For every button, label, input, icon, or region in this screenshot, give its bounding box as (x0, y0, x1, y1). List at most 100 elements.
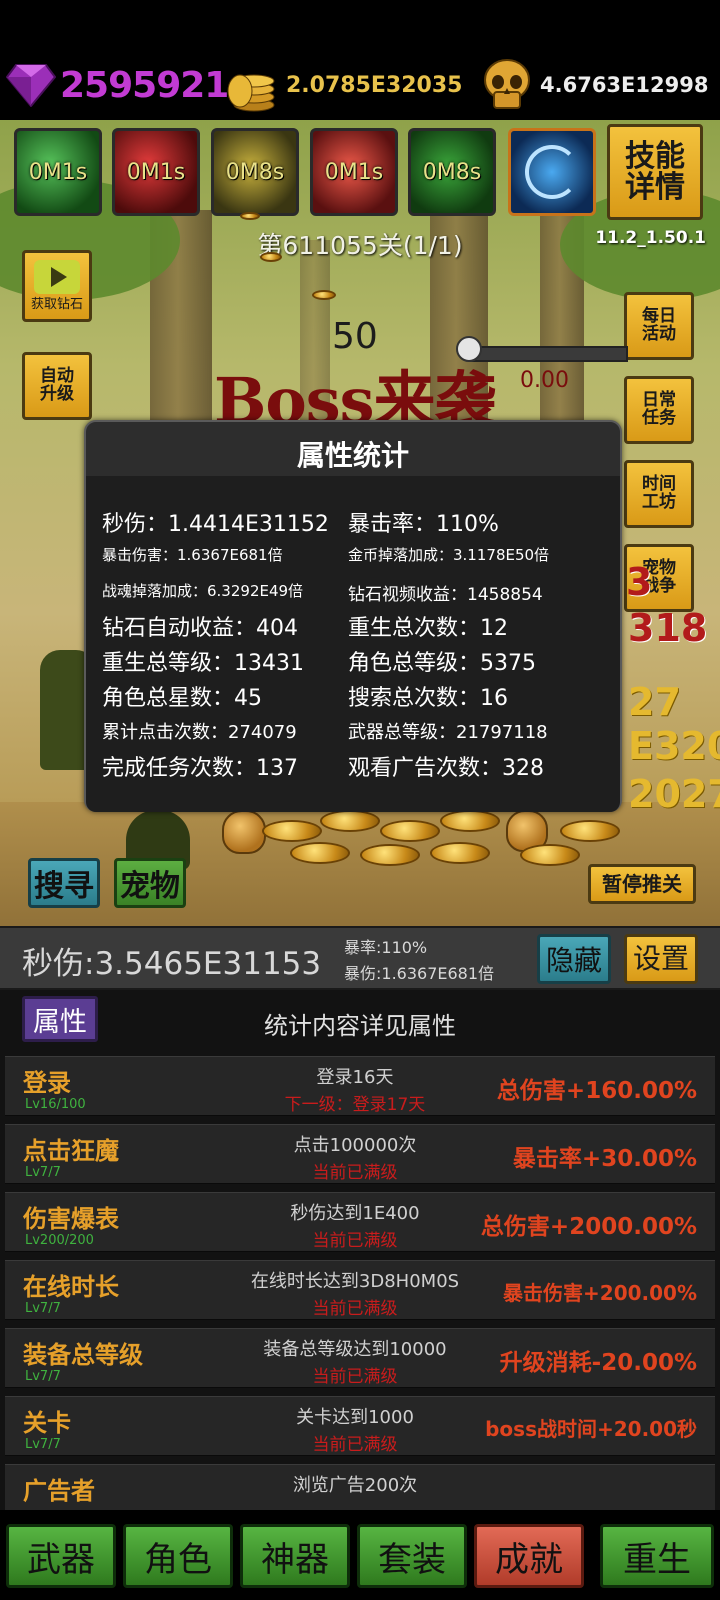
boss-hp-value: 0.00 (520, 368, 569, 393)
stat-rebirth-level: 重生总等级：13431 (102, 651, 304, 676)
achievement-desc: 登录16天 (316, 1067, 394, 1088)
achievement-row[interactable]: 装备总等级 Lv7/7 装备总等级达到10000 当前已满级 升级消耗-20.0… (5, 1328, 715, 1388)
stats-modal[interactable]: 属性统计 秒伤：1.4414E31152 暴击率：110% 暴击伤害：1.636… (84, 420, 622, 812)
skill-slot-2[interactable]: 0M1s (112, 128, 200, 216)
loot-coin (520, 844, 580, 866)
nav-rebirth[interactable]: 重生 (600, 1524, 714, 1588)
pause-push-button[interactable]: 暂停推关 (588, 864, 696, 904)
daily-activity-button[interactable]: 每日 活动 (624, 292, 694, 360)
damage-popup: 3 (626, 560, 653, 604)
time-workshop-button[interactable]: 时间 工坊 (624, 460, 694, 528)
nav-sets[interactable]: 套装 (357, 1524, 467, 1588)
achievement-name: 广告者 (23, 1477, 95, 1505)
skill-detail-button[interactable]: 技能 详情 (607, 124, 703, 220)
dps-value: 秒伤:3.5465E31153 (22, 946, 322, 982)
soul-currency: 4.6763E12998 (482, 54, 708, 116)
damage-popup: 318 (628, 606, 708, 650)
dps-bar: 秒伤:3.5465E31153 暴率:110% 暴伤:1.6367E681倍 隐… (0, 926, 720, 990)
achievement-row[interactable]: 点击狂魔 Lv7/7 点击100000次 当前已满级 暴击率+30.00% (5, 1124, 715, 1184)
achievement-name: 伤害爆表 (23, 1205, 119, 1233)
damage-popup: E320 (628, 724, 720, 768)
gold-amount: 2.0785E32035 (286, 72, 463, 98)
achievement-row[interactable]: 在线时长 Lv7/7 在线时长达到3D8H0M0S 当前已满级 暴击伤害+200… (5, 1260, 715, 1320)
diamond-currency: 2595921 (6, 54, 229, 116)
stat-gold-drop-bonus: 金币掉落加成：3.1178E50倍 (348, 546, 550, 564)
soul-amount: 4.6763E12998 (540, 73, 709, 97)
nav-achievements[interactable]: 成就 (474, 1524, 584, 1588)
achievement-reward: 总伤害+160.00% (496, 1078, 697, 1104)
achievement-desc: 在线时长达到3D8H0M0S (250, 1271, 460, 1292)
achievement-name: 在线时长 (23, 1273, 119, 1301)
hide-button[interactable]: 隐藏 (537, 934, 611, 984)
achievement-desc: 浏览广告200次 (292, 1475, 418, 1496)
pet-button[interactable]: 宠物 (114, 858, 186, 908)
stat-ads-watched: 观看广告次数：328 (348, 756, 544, 781)
stat-rebirth-count: 重生总次数：12 (348, 616, 508, 641)
achievement-desc: 点击100000次 (293, 1135, 417, 1156)
tab-attributes[interactable]: 属性 (22, 996, 98, 1042)
stat-crit-rate: 暴击率：110% (348, 512, 499, 537)
stats-title: 属性统计 (296, 439, 409, 472)
achievement-level: Lv7/7 (25, 1437, 61, 1452)
achievement-level: Lv7/7 (25, 1369, 61, 1384)
diamond-icon (6, 64, 56, 107)
loot-coin (290, 842, 350, 864)
loot-skull (222, 810, 266, 854)
achievement-desc: 装备总等级达到10000 (263, 1339, 447, 1360)
achievement-row[interactable]: 登录 Lv16/100 登录16天 下一级：登录17天 总伤害+160.00% (5, 1056, 715, 1116)
achievement-status: 当前已满级 (312, 1435, 398, 1455)
golden-skull-icon (484, 59, 530, 109)
damage-popup: 27 (628, 680, 681, 724)
settings-button[interactable]: 设置 (624, 934, 698, 984)
stat-dps: 秒伤：1.4414E31152 (102, 512, 329, 537)
achievement-level: Lv7/7 (25, 1301, 61, 1316)
skill-cooldown: 0M8s (225, 159, 285, 185)
skill-slot-6[interactable] (508, 128, 596, 216)
video-diamond-button[interactable]: 获取钻石 (22, 250, 92, 322)
video-diamond-label: 获取钻石 (30, 297, 83, 313)
nav-weapons[interactable]: 武器 (6, 1524, 116, 1588)
flying-coin (260, 252, 282, 262)
achievement-row[interactable]: 关卡 Lv7/7 关卡达到1000 当前已满级 boss战时间+20.00秒 (5, 1396, 715, 1456)
achievement-level: Lv200/200 (25, 1233, 94, 1248)
skill-cooldown: 0M8s (422, 159, 482, 185)
skill-slot-5[interactable]: 0M8s (408, 128, 496, 216)
achievement-reward: 暴击伤害+200.00% (503, 1281, 697, 1305)
stat-diamond-auto-income: 钻石自动收益：404 (102, 616, 298, 641)
achievement-row[interactable]: 广告者 浏览广告200次 (5, 1464, 715, 1510)
auto-upgrade-button[interactable]: 自动 升级 (22, 352, 92, 420)
video-play-icon (34, 260, 80, 295)
daily-task-button[interactable]: 日常 任务 (624, 376, 694, 444)
loot-coin (440, 810, 500, 832)
achievement-level: Lv7/7 (25, 1165, 61, 1180)
skill-slot-3[interactable]: 0M8s (211, 128, 299, 216)
stat-character-stars: 角色总星数：45 (102, 686, 262, 711)
search-button[interactable]: 搜寻 (28, 858, 100, 908)
crit-rate-value: 暴率:110% (344, 938, 428, 957)
achievement-status: 当前已满级 (312, 1367, 398, 1387)
bottom-nav: 武器 角色 神器 套装 成就 重生 (0, 1510, 720, 1600)
stat-total-clicks: 累计点击次数：274079 (102, 722, 297, 743)
flying-coin (240, 212, 260, 220)
achievement-row[interactable]: 伤害爆表 Lv200/200 秒伤达到1E400 当前已满级 总伤害+2000.… (5, 1192, 715, 1252)
version-label: 11.2_1.50.1 (595, 228, 706, 248)
achievement-name: 点击狂魔 (23, 1137, 119, 1165)
nav-artifacts[interactable]: 神器 (240, 1524, 350, 1588)
nav-character[interactable]: 角色 (123, 1524, 233, 1588)
achievement-panel[interactable]: 统计内容详见属性 属性 登录 Lv16/100 登录16天 下一级：登录17天 … (0, 990, 720, 1510)
achievement-desc: 秒伤达到1E400 (290, 1203, 420, 1224)
stats-body: 秒伤：1.4414E31152 暴击率：110% 暴击伤害：1.6367E681… (86, 476, 620, 812)
skill-slot-4[interactable]: 0M1s (310, 128, 398, 216)
skill-slot-1[interactable]: 0M1s (14, 128, 102, 216)
currency-bar: 2595921 2.0785E32035 4.6763E12998 (0, 0, 720, 120)
skill-cooldown: 0M1s (28, 159, 88, 185)
achievement-status: 当前已满级 (312, 1231, 398, 1251)
skill-cooldown: 0M1s (324, 159, 384, 185)
stat-character-level: 角色总等级：5375 (348, 651, 536, 676)
achievement-name: 登录 (23, 1069, 71, 1097)
achievement-name: 关卡 (23, 1409, 71, 1437)
loot-coin (360, 844, 420, 866)
achievement-status: 下一级：登录17天 (284, 1095, 426, 1115)
panel-hint: 统计内容详见属性 (264, 1012, 456, 1040)
stat-diamond-video-income: 钻石视频收益：1458854 (348, 585, 543, 605)
